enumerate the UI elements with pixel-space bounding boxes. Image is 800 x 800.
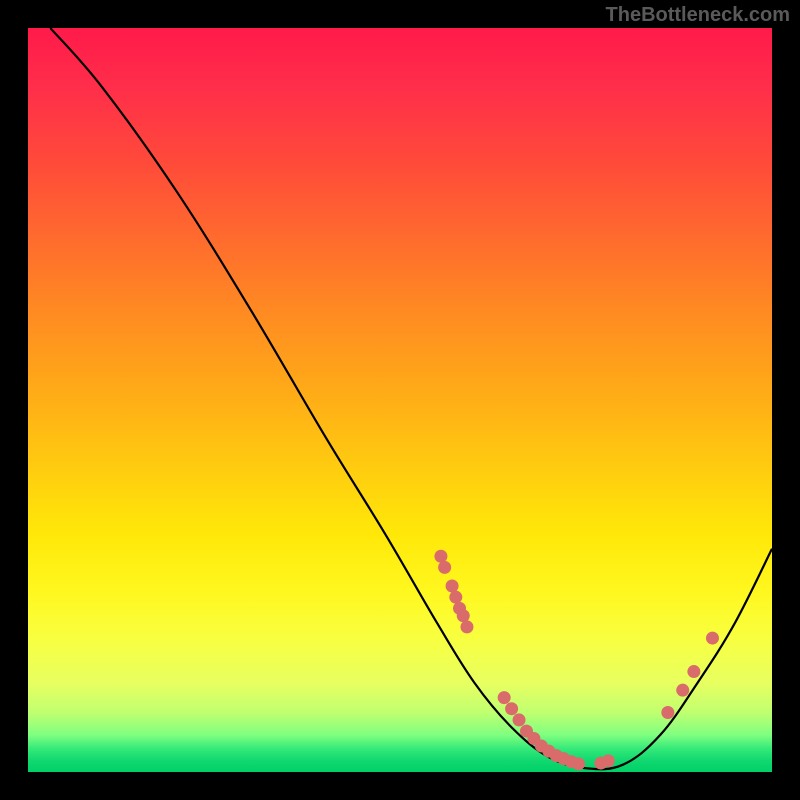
watermark-text: TheBottleneck.com bbox=[606, 4, 790, 27]
data-point bbox=[434, 550, 447, 563]
data-point bbox=[661, 706, 674, 719]
data-point bbox=[513, 713, 526, 726]
plot-area bbox=[28, 28, 772, 772]
data-point bbox=[572, 757, 585, 770]
data-point bbox=[505, 702, 518, 715]
data-point bbox=[602, 754, 615, 767]
data-points-group bbox=[434, 550, 719, 771]
data-point bbox=[706, 632, 719, 645]
data-point bbox=[446, 580, 459, 593]
bottleneck-curve bbox=[50, 28, 772, 769]
chart-svg bbox=[28, 28, 772, 772]
data-point bbox=[457, 609, 470, 622]
data-point bbox=[449, 591, 462, 604]
data-point bbox=[460, 620, 473, 633]
data-point bbox=[438, 561, 451, 574]
data-point bbox=[498, 691, 511, 704]
data-point bbox=[676, 684, 689, 697]
data-point bbox=[687, 665, 700, 678]
